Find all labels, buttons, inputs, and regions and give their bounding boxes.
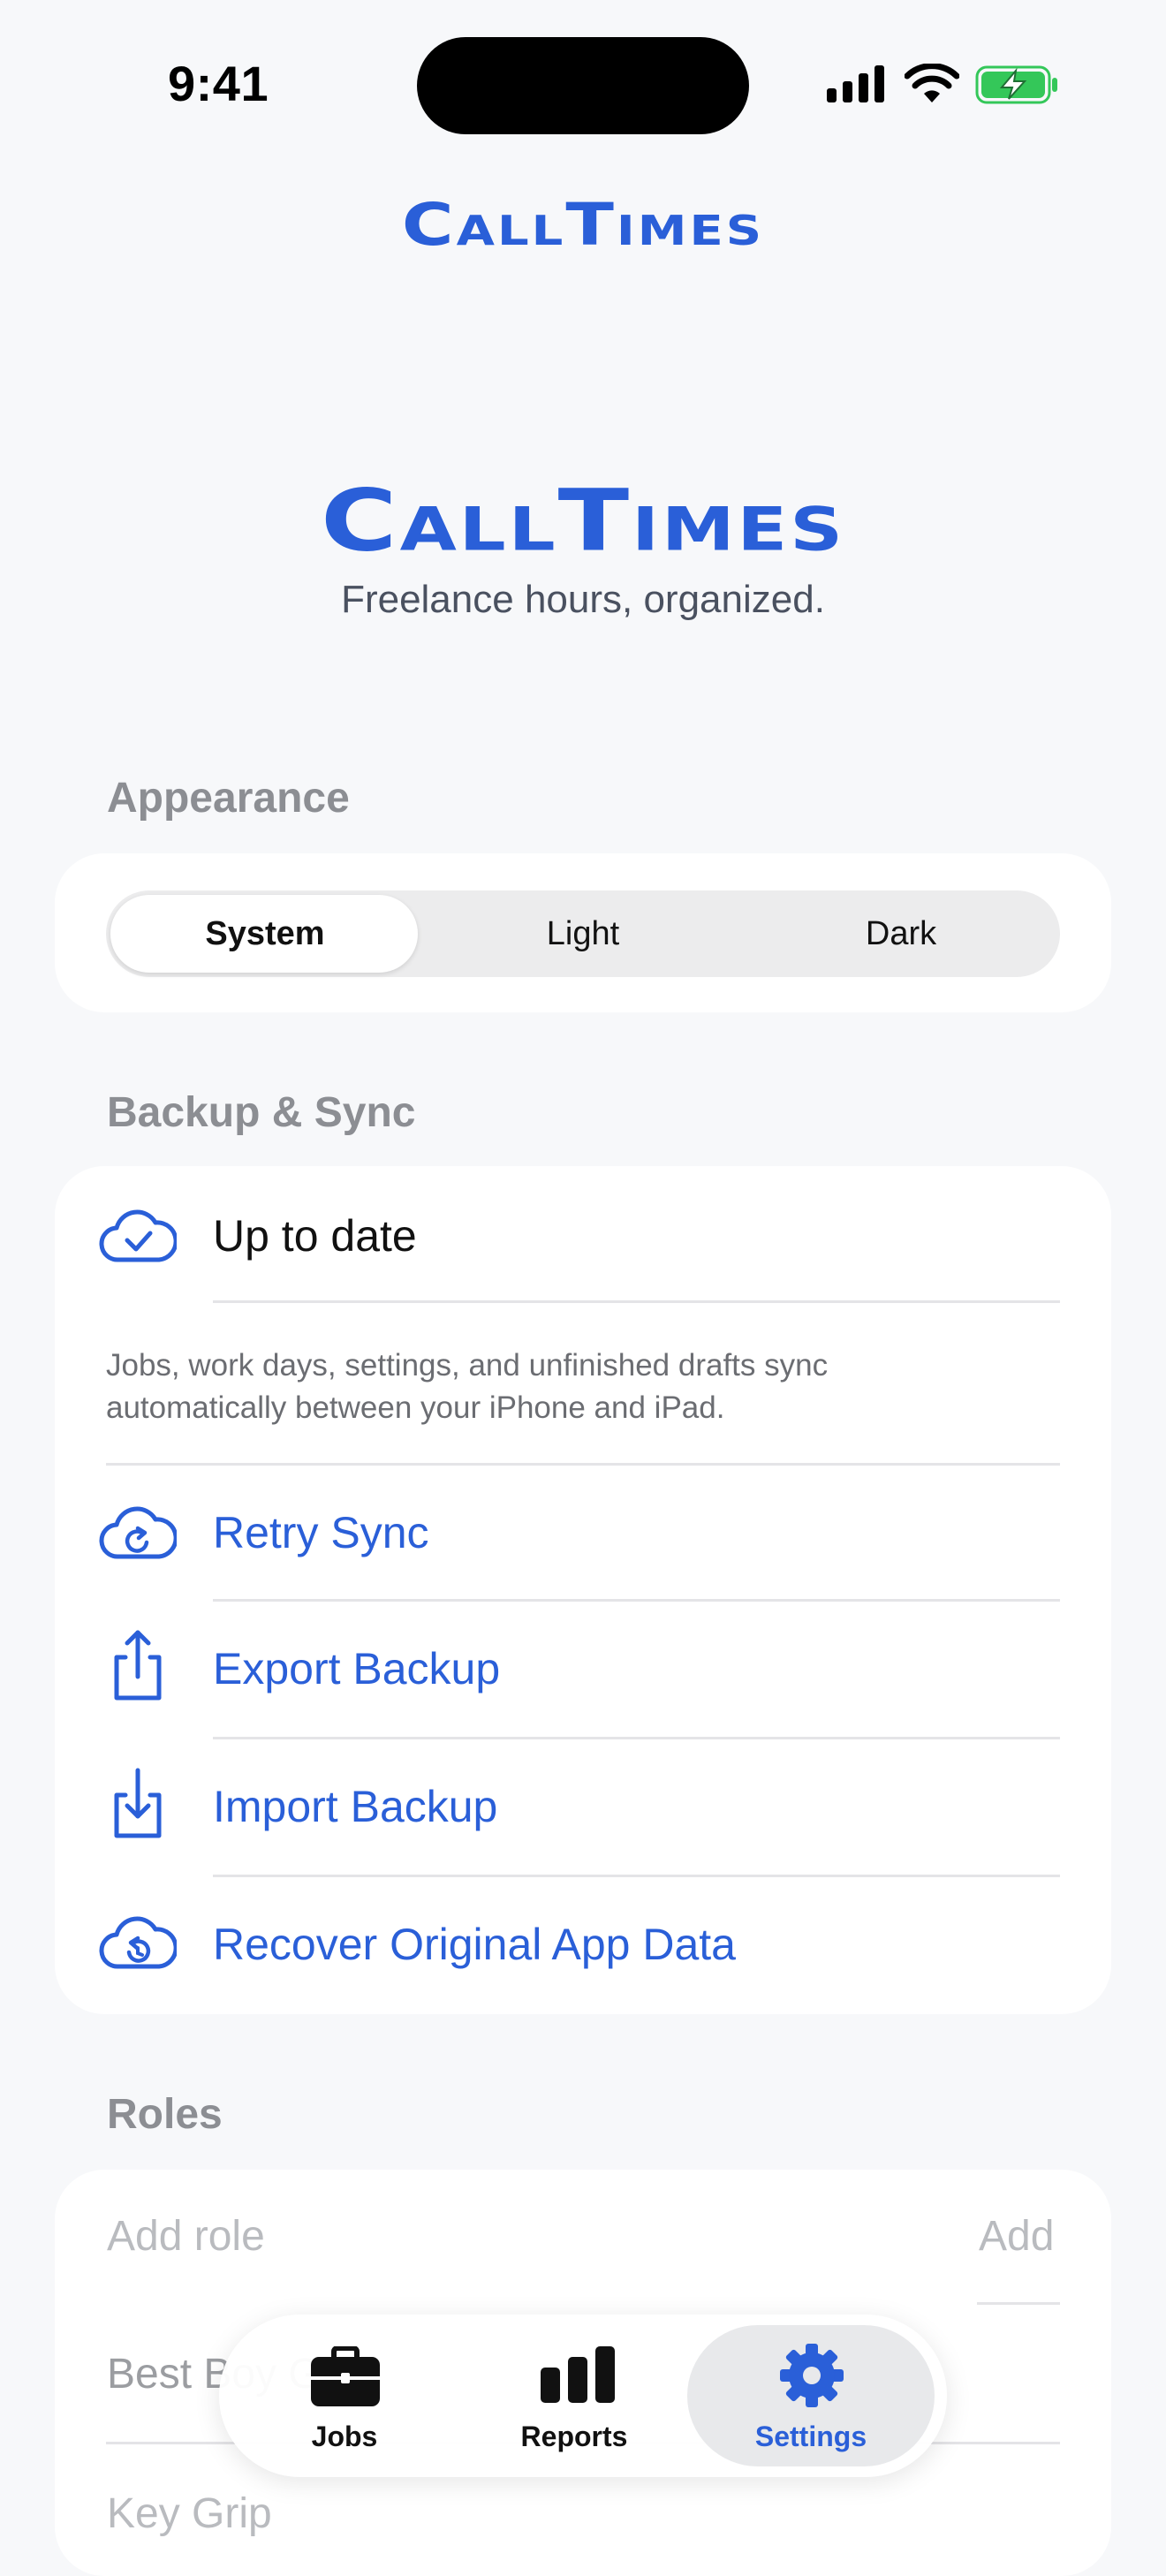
tab-jobs-label: Jobs (311, 2421, 378, 2452)
divider (213, 1737, 1060, 1739)
add-role-button[interactable]: Add (979, 2212, 1054, 2261)
divider (213, 1300, 1060, 1303)
appearance-segmented-control[interactable]: System Light Dark (106, 890, 1060, 977)
download-tray-icon (114, 1768, 162, 1838)
bar-chart-icon (541, 2346, 615, 2403)
roles-header: Roles (107, 2091, 223, 2138)
tab-settings[interactable]: Settings (696, 2315, 926, 2477)
retry-sync-label: Retry Sync (213, 1508, 429, 1557)
battery-charging-icon (975, 65, 1057, 104)
segment-light[interactable]: Light (424, 890, 742, 977)
status-time: 9:41 (168, 56, 269, 111)
sync-description-line-1: Jobs, work days, settings, and unfinishe… (106, 1348, 829, 1383)
tab-reports-label: Reports (520, 2421, 628, 2452)
share-icon (114, 1630, 162, 1701)
tab-jobs[interactable]: Jobs (230, 2315, 459, 2477)
divider (213, 1875, 1060, 1877)
add-role-input[interactable]: Add role (107, 2212, 265, 2261)
sync-description-line-2: automatically between your iPhone and iP… (106, 1390, 725, 1425)
gear-icon (780, 2344, 844, 2407)
recover-data-label: Recover Original App Data (213, 1920, 736, 1969)
divider (213, 1599, 1060, 1602)
export-backup-label: Export Backup (213, 1644, 501, 1693)
tab-settings-label: Settings (754, 2421, 867, 2452)
retry-sync-row[interactable]: Retry Sync (55, 1466, 1111, 1599)
segment-dark[interactable]: Dark (742, 890, 1060, 977)
cloud-restore-icon (99, 1916, 177, 1969)
sync-description: Jobs, work days, settings, and unfinishe… (106, 1345, 1060, 1429)
tab-reports[interactable]: Reports (459, 2315, 689, 2477)
wifi-icon (905, 64, 959, 102)
tab-bar: Jobs Reports Settings (219, 2315, 947, 2477)
cloud-retry-icon (99, 1506, 177, 1559)
import-backup-row[interactable]: Import Backup (55, 1740, 1111, 1875)
dynamic-island (417, 37, 749, 134)
cloud-check-icon (99, 1209, 177, 1262)
divider (977, 2302, 1060, 2305)
export-backup-row[interactable]: Export Backup (55, 1602, 1111, 1737)
briefcase-icon (311, 2346, 380, 2406)
segment-system[interactable]: System (106, 890, 424, 977)
app-name-large: CallTimes (320, 470, 846, 571)
app-tagline: Freelance hours, organized. (341, 578, 825, 621)
app-name-small: CallTimes (401, 191, 765, 259)
app-logo: CallTimes (0, 459, 1166, 581)
nav-title-logo: CallTimes (0, 184, 1166, 266)
divider (106, 1463, 1060, 1466)
cellular-signal-icon (827, 65, 884, 102)
role-item[interactable]: Key Grip (107, 2489, 272, 2538)
import-backup-label: Import Backup (213, 1782, 498, 1831)
appearance-header: Appearance (107, 775, 350, 822)
recover-data-row[interactable]: Recover Original App Data (55, 1878, 1111, 2011)
backup-sync-header: Backup & Sync (107, 1089, 416, 1136)
sync-status-label: Up to date (213, 1211, 417, 1261)
